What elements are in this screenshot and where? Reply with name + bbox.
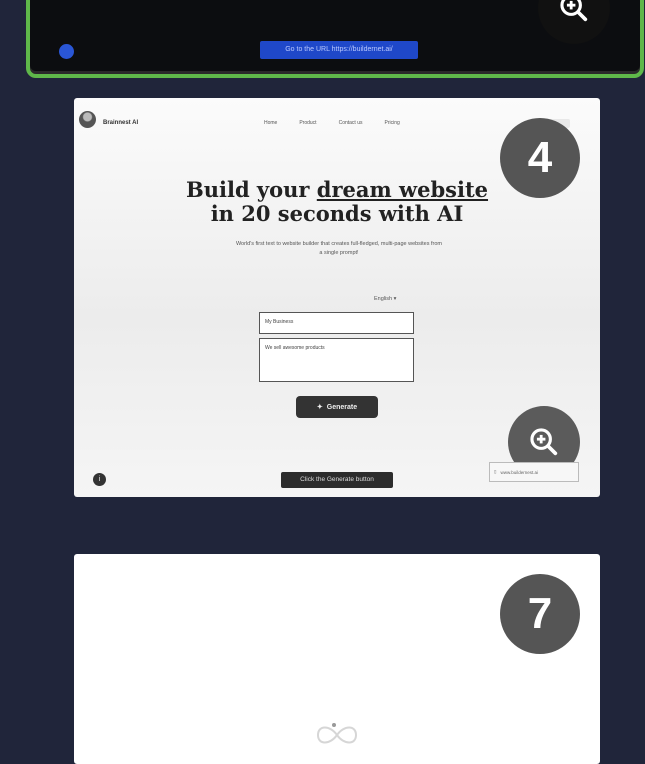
preview-brand: Brainnest AI <box>103 120 139 126</box>
preview-hero-subtitle: World's first text to website builder th… <box>235 241 443 256</box>
step-number-badge: 7 <box>500 574 580 654</box>
zoom-in-icon <box>530 428 558 456</box>
step-caption: Go to the URL https://buildernet.ai/ <box>260 41 418 59</box>
zoom-in-button[interactable] <box>538 0 610 44</box>
infinity-loader-icon <box>316 723 358 744</box>
preview-nav-item: Home <box>264 120 278 126</box>
step-card-previous[interactable]: Go to the URL https://buildernet.ai/ <box>26 0 644 78</box>
hero-title-emphasis: dream website <box>316 177 489 202</box>
preview-language-select: English ▾ <box>374 296 397 302</box>
preview-nav-item: Pricing <box>384 120 400 126</box>
sparkle-icon: ✦ <box>316 404 323 411</box>
step-status-dot <box>59 44 74 59</box>
step-card-4[interactable]: Brainnest AI Home Product Contact us Pri… <box>74 98 600 497</box>
document-icon: ▯ <box>494 469 497 474</box>
preview-side-chip: ▯ www.buildernest.ai <box>489 462 579 482</box>
info-icon: i <box>93 473 106 486</box>
hero-title-part: Build your <box>185 177 317 202</box>
hero-title-line2: in 20 seconds with AI <box>210 201 464 226</box>
step-caption: Click the Generate button <box>281 472 393 488</box>
generate-label: Generate <box>326 403 358 411</box>
preview-nav-item: Product <box>299 120 317 126</box>
preview-hero-title: Build your dream website in 20 seconds w… <box>74 178 600 226</box>
preview-nav-item: Contact us <box>338 120 363 126</box>
preview-business-field: My Business <box>259 312 414 334</box>
zoom-in-icon <box>560 0 588 22</box>
preview-nav-links: Home Product Contact us Pricing <box>264 120 400 126</box>
avatar <box>79 111 96 128</box>
language-label: English <box>374 296 393 302</box>
preview-description-field: We sell awesome products <box>259 338 414 382</box>
preview-generate-button: ✦ Generate <box>296 396 378 418</box>
step-card-7[interactable]: 7 <box>74 554 600 764</box>
side-chip-label: www.buildernest.ai <box>500 469 539 475</box>
